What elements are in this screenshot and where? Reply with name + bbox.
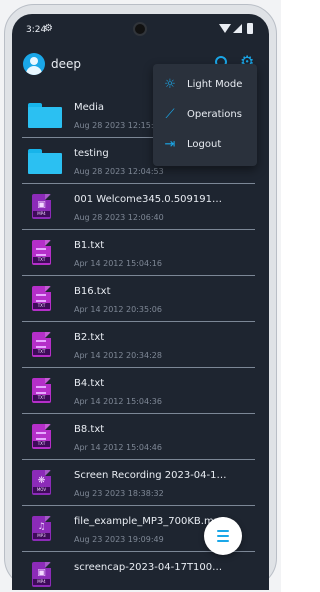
file-name: B16.txt [74, 286, 111, 297]
file-date: Aug 28 2023 12:04:53 [74, 167, 164, 176]
file-date: Apr 14 2012 20:34:28 [74, 351, 162, 360]
list-item[interactable]: TXT B16.txt Apr 14 2012 20:35:06 [12, 276, 269, 322]
file-date: Apr 14 2012 15:04:36 [74, 397, 162, 406]
list-item[interactable]: ❋ MOV Screen Recording 2023-04-19 ... Aug… [12, 460, 269, 506]
menu-item-label: Logout [187, 139, 222, 150]
video-file-icon: ▣ MP4 [32, 562, 51, 587]
list-item[interactable]: ▣MP4 001 Welcome345.0.5091910574... Aug … [12, 184, 269, 230]
file-name: B2.txt [74, 332, 105, 343]
folder-icon [28, 103, 62, 128]
file-date: Aug 28 2023 12:15:2 [74, 121, 159, 130]
video-file-icon: ▣ MP4 [32, 194, 51, 219]
signal-icon [233, 24, 242, 33]
folder-icon [28, 149, 62, 174]
file-name: 001 Welcome345.0.5091910574... [74, 194, 228, 205]
menu-item-label: Operations [187, 109, 242, 120]
list-item[interactable]: TXT B1.txt Apr 14 2012 15:04:16 [12, 230, 269, 276]
settings-icon: ⚙ [44, 23, 53, 34]
file-name: B1.txt [74, 240, 105, 251]
text-file-icon: TXT [32, 286, 51, 311]
text-file-icon: TXT [32, 378, 51, 403]
file-date: Apr 14 2012 20:35:06 [74, 305, 162, 314]
status-bar: 3:24 ⚙ [12, 14, 269, 46]
file-name: Screen Recording 2023-04-19 ... [74, 470, 228, 481]
file-name: file_example_MP3_700KB.mp3 [74, 516, 227, 527]
username: deep [51, 57, 81, 71]
camera-icon [133, 22, 147, 36]
file-name: B4.txt [74, 378, 105, 389]
list-item[interactable]: TXT B4.txt Apr 14 2012 15:04:36 [12, 368, 269, 414]
file-date: Aug 28 2023 12:06:40 [74, 213, 164, 222]
list-item[interactable]: ▣ MP4 screencap-2023-04-17T100344... [12, 552, 269, 590]
video-file-icon: ❋ MOV [32, 470, 51, 495]
overflow-menu: ☼ Light Mode ⟋ Operations ⇥ Logout [153, 64, 257, 166]
file-name: screencap-2023-04-17T100344... [74, 562, 228, 573]
chart-icon: ⟋ [165, 107, 175, 122]
device-frame: 3:24 ⚙ deep ⚙ ☼ Light Mode ⟋ Operations [0, 0, 281, 592]
menu-icon [217, 530, 229, 542]
person-icon-head [30, 57, 38, 65]
brightness-icon: ☼ [164, 77, 176, 92]
file-date: Aug 23 2023 18:38:32 [74, 489, 164, 498]
text-file-icon: TXT [32, 332, 51, 357]
wifi-icon [219, 24, 231, 33]
list-item[interactable]: TXT B8.txt Apr 14 2012 15:04:46 [12, 414, 269, 460]
menu-item-label: Light Mode [187, 79, 243, 90]
file-date: Aug 23 2023 19:09:49 [74, 535, 164, 544]
fab-menu-button[interactable] [204, 517, 242, 555]
avatar[interactable] [23, 53, 45, 75]
app-screen: 3:24 ⚙ deep ⚙ ☼ Light Mode ⟋ Operations [12, 14, 269, 590]
menu-item-operations[interactable]: ⟋ Operations [153, 100, 257, 130]
text-file-icon: TXT [32, 240, 51, 265]
file-date: Apr 14 2012 15:04:46 [74, 443, 162, 452]
file-date: Apr 14 2012 15:04:16 [74, 259, 162, 268]
person-icon-body [26, 66, 42, 75]
text-file-icon: TXT [32, 424, 51, 449]
audio-file-icon: ♫ MP3 [32, 516, 51, 541]
list-item[interactable]: TXT B2.txt Apr 14 2012 20:34:28 [12, 322, 269, 368]
file-name: B8.txt [74, 424, 105, 435]
battery-icon [247, 23, 253, 34]
menu-item-light-mode[interactable]: ☼ Light Mode [153, 70, 257, 100]
logout-icon: ⇥ [164, 137, 176, 152]
menu-item-logout[interactable]: ⇥ Logout [153, 130, 257, 160]
